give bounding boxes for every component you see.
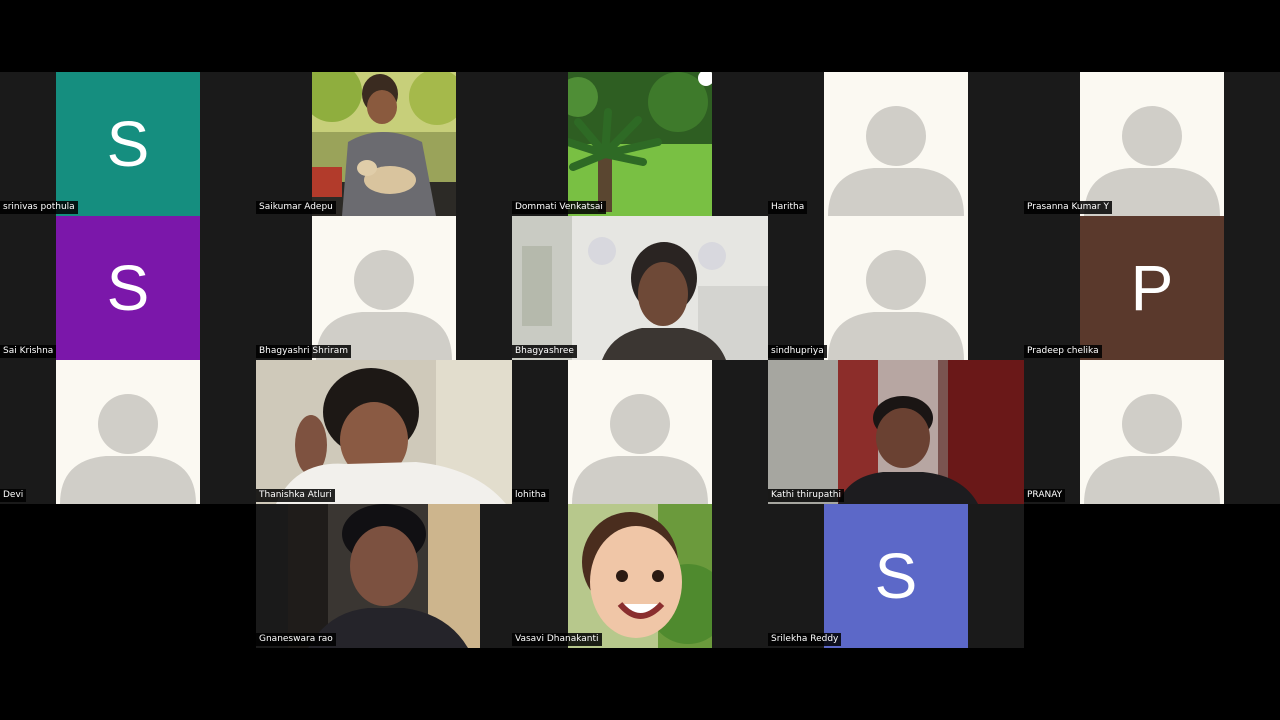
- woman-resting-chin-video: [256, 360, 512, 504]
- participant-name: Gnaneswara rao: [256, 633, 336, 646]
- default-user-avatar: [824, 72, 968, 216]
- participant-tile[interactable]: Bhagyashri Shriram: [256, 216, 512, 360]
- participant-name: Srilekha Reddy: [768, 633, 842, 646]
- participant-name: Pradeep chelika: [1024, 345, 1102, 358]
- participant-name: Sai Krishna: [0, 345, 57, 358]
- user-silhouette-icon: [60, 394, 196, 504]
- participant-tile[interactable]: S Sai Krishna: [0, 216, 256, 360]
- avatar-initial: S: [874, 540, 918, 612]
- participant-name: Kathi thirupathi: [768, 489, 844, 502]
- default-user-avatar: [568, 360, 712, 504]
- participant-name: Devi: [0, 489, 27, 502]
- man-portrait-photo: [288, 504, 480, 648]
- participant-name: Thanishka Atluri: [256, 489, 335, 502]
- default-user-avatar: [56, 360, 200, 504]
- garden-palm-photo: [568, 72, 712, 216]
- user-silhouette-icon: [828, 106, 964, 216]
- participant-tile[interactable]: Bhagyashree: [512, 216, 768, 360]
- initial-avatar: P: [1080, 216, 1224, 360]
- participant-tile[interactable]: Prasanna Kumar Y: [1024, 72, 1280, 216]
- default-user-avatar: [1080, 72, 1224, 216]
- participant-name: Vasavi Dhanakanti: [512, 633, 602, 646]
- participant-name: Bhagyashri Shriram: [256, 345, 352, 358]
- participant-tile[interactable]: Devi: [0, 360, 256, 504]
- participant-tile[interactable]: lohitha: [512, 360, 768, 504]
- participant-name: Saikumar Adepu: [256, 201, 336, 214]
- participant-name: Dommati Venkatsai: [512, 201, 606, 214]
- participant-tile[interactable]: S srinivas pothula: [0, 72, 256, 216]
- participant-tile[interactable]: Kathi thirupathi: [768, 360, 1024, 504]
- user-silhouette-icon: [1084, 106, 1220, 216]
- initial-avatar: S: [56, 72, 200, 216]
- participant-name: lohitha: [512, 489, 549, 502]
- participant-tile[interactable]: Dommati Venkatsai: [512, 72, 768, 216]
- default-user-avatar: [824, 216, 968, 360]
- participant-name: PRANAY: [1024, 489, 1066, 502]
- participant-name: Bhagyashree: [512, 345, 577, 358]
- default-user-avatar: [1080, 360, 1224, 504]
- initial-avatar: S: [56, 216, 200, 360]
- default-user-avatar: [312, 216, 456, 360]
- avatar-initial: S: [106, 108, 150, 180]
- user-silhouette-icon: [316, 250, 452, 360]
- smiling-child-photo: [568, 504, 712, 648]
- participant-name: srinivas pothula: [0, 201, 78, 214]
- participant-name: Prasanna Kumar Y: [1024, 201, 1112, 214]
- user-silhouette-icon: [828, 250, 964, 360]
- participant-tile[interactable]: S Srilekha Reddy: [768, 504, 1024, 648]
- participant-tile[interactable]: Vasavi Dhanakanti: [512, 504, 768, 648]
- user-silhouette-icon: [572, 394, 708, 504]
- participant-tile[interactable]: PRANAY: [1024, 360, 1280, 504]
- participant-tile[interactable]: Gnaneswara rao: [256, 504, 512, 648]
- participant-tile[interactable]: sindhupriya: [768, 216, 1024, 360]
- woman-webcam-video: [512, 216, 768, 360]
- participant-tile[interactable]: Haritha: [768, 72, 1024, 216]
- user-silhouette-icon: [1084, 394, 1220, 504]
- participant-tile[interactable]: P Pradeep chelika: [1024, 216, 1280, 360]
- participant-grid: S srinivas pothula Saikumar Adepu Dommat…: [0, 72, 1280, 648]
- initial-avatar: S: [824, 504, 968, 648]
- participant-tile[interactable]: Thanishka Atluri: [256, 360, 512, 504]
- participant-tile[interactable]: Saikumar Adepu: [256, 72, 512, 216]
- participant-name: Haritha: [768, 201, 808, 214]
- man-webcam-video: [768, 360, 1024, 504]
- man-holding-cat-photo: [312, 72, 456, 216]
- avatar-initial: S: [106, 252, 150, 324]
- avatar-initial: P: [1130, 252, 1174, 324]
- participant-name: sindhupriya: [768, 345, 827, 358]
